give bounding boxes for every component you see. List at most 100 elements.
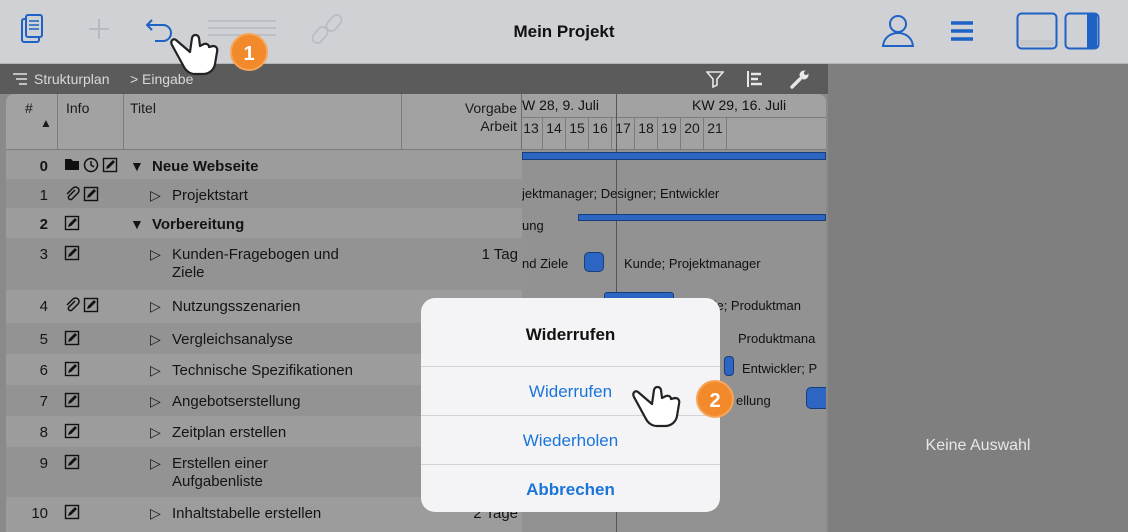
cancel-button[interactable]: Abbrechen xyxy=(421,464,720,512)
day-label: 17 xyxy=(615,120,631,136)
gantt-resource-label: jektmanager; Designer; Entwickler xyxy=(522,186,720,201)
clock-icon[interactable] xyxy=(83,157,99,173)
row-number: 1 xyxy=(39,187,48,204)
user-icon[interactable] xyxy=(880,12,916,48)
expand-toggle-icon[interactable]: ▷ xyxy=(150,362,161,379)
day-label: 20 xyxy=(684,120,700,136)
row-number: 7 xyxy=(39,393,48,410)
note-icon[interactable] xyxy=(64,245,80,261)
gantt-resource-label: ung xyxy=(522,218,544,233)
dialog-title: Widerrufen xyxy=(525,325,616,344)
task-title-continued: Aufgabenliste xyxy=(172,473,263,490)
table-row[interactable]: 2 ▼ Vorbereitung xyxy=(6,208,522,238)
task-title: Vorbereitung xyxy=(152,216,245,233)
note-icon[interactable] xyxy=(83,186,99,202)
attachment-icon[interactable] xyxy=(64,297,80,313)
note-icon[interactable] xyxy=(83,297,99,313)
collapse-toggle-icon[interactable]: ▼ xyxy=(130,158,144,174)
week-label: W 28, 9. Juli xyxy=(522,97,600,113)
task-title: Projektstart xyxy=(172,187,248,204)
detail-panel: Keine Auswahl xyxy=(828,64,1128,532)
expand-toggle-icon[interactable]: ▷ xyxy=(150,298,161,315)
gantt-resource-label: ellung xyxy=(736,393,771,408)
expand-toggle-icon[interactable]: ▷ xyxy=(150,424,161,441)
task-bar[interactable] xyxy=(724,356,734,376)
row-number: 9 xyxy=(39,455,48,472)
no-selection-text: Keine Auswahl xyxy=(925,437,1031,454)
outline-icon xyxy=(12,72,28,86)
table-row[interactable]: 0 ▼ Neue Webseite xyxy=(6,150,522,179)
table-row[interactable]: 3 ▷ Kunden-Fragebogen und Ziele 1 Tag xyxy=(6,238,522,290)
task-title: Technische Spezifikationen xyxy=(172,362,353,379)
note-icon[interactable] xyxy=(64,330,80,346)
attachment-icon[interactable] xyxy=(64,186,80,202)
task-title: Vergleichsanalyse xyxy=(172,331,293,348)
column-header-work[interactable]: Vorgabe Arbeit xyxy=(402,94,522,150)
breadcrumb: Strukturplan > Eingabe xyxy=(0,64,828,94)
note-icon[interactable] xyxy=(64,454,80,470)
expand-toggle-icon[interactable]: ▷ xyxy=(150,505,161,522)
expand-toggle-icon[interactable]: ▷ xyxy=(150,187,161,204)
row-number: 5 xyxy=(39,331,48,348)
note-icon[interactable] xyxy=(102,157,118,173)
step-marker-2: 2 xyxy=(696,380,734,418)
row-number: 8 xyxy=(39,424,48,441)
work-value: 1 Tag xyxy=(481,246,518,263)
task-title: Nutzungsszenarien xyxy=(172,298,301,315)
day-label: 15 xyxy=(569,120,585,136)
note-icon[interactable] xyxy=(64,392,80,408)
column-header-num[interactable]: # ▲ xyxy=(6,94,58,150)
week-label: KW 29, 16. Juli xyxy=(692,97,787,113)
row-number: 2 xyxy=(39,216,48,233)
row-number: 4 xyxy=(39,298,48,315)
expand-toggle-icon[interactable]: ▷ xyxy=(150,331,161,348)
day-label: 19 xyxy=(661,120,677,136)
task-title: Neue Webseite xyxy=(152,158,259,175)
task-title: Kunden-Fragebogen und xyxy=(172,246,339,263)
note-icon[interactable] xyxy=(64,423,80,439)
summary-bar[interactable] xyxy=(578,214,826,221)
day-label: 14 xyxy=(546,120,562,136)
task-title: Inhaltstabelle erstellen xyxy=(172,505,322,522)
note-icon[interactable] xyxy=(64,361,80,377)
task-title-continued: Ziele xyxy=(172,264,205,281)
right-panel-icon[interactable] xyxy=(1064,12,1100,50)
day-label: 21 xyxy=(707,120,723,136)
row-number: 6 xyxy=(39,362,48,379)
breadcrumb-root[interactable]: Strukturplan xyxy=(34,71,109,87)
task-bar[interactable] xyxy=(806,387,826,409)
day-label: 18 xyxy=(638,120,654,136)
pointing-hand-icon xyxy=(170,30,220,81)
task-title: Erstellen einer xyxy=(172,455,268,472)
bottom-panel-icon[interactable] xyxy=(1016,12,1058,50)
column-header-title[interactable]: Titel xyxy=(124,94,402,150)
note-icon[interactable] xyxy=(64,215,80,231)
wrench-icon[interactable] xyxy=(790,69,810,89)
gantt-resource-label: Kunde; Projektmanager xyxy=(624,256,761,271)
collapse-toggle-icon[interactable]: ▼ xyxy=(130,216,144,232)
task-title: Angebotserstellung xyxy=(172,393,301,410)
step-marker-1: 1 xyxy=(230,33,268,71)
folder-icon[interactable] xyxy=(64,157,80,171)
day-divider xyxy=(726,118,727,150)
gantt-view-icon[interactable] xyxy=(746,70,764,88)
expand-toggle-icon[interactable]: ▷ xyxy=(150,246,161,263)
note-icon[interactable] xyxy=(64,504,80,520)
day-label: 16 xyxy=(592,120,608,136)
day-label: 13 xyxy=(523,120,539,136)
row-number: 3 xyxy=(39,246,48,263)
column-header-info[interactable]: Info xyxy=(58,94,124,150)
expand-toggle-icon[interactable]: ▷ xyxy=(150,393,161,410)
expand-toggle-icon[interactable]: ▷ xyxy=(150,455,161,472)
gantt-resource-label: Produktmana xyxy=(738,331,816,346)
gantt-resource-label: Entwickler; P xyxy=(742,361,818,376)
menu-icon[interactable] xyxy=(950,20,974,42)
task-title: Zeitplan erstellen xyxy=(172,424,287,441)
filter-icon[interactable] xyxy=(706,70,724,88)
summary-bar[interactable] xyxy=(522,152,826,160)
task-bar[interactable] xyxy=(584,252,604,272)
gantt-resource-label: nd Ziele xyxy=(522,256,569,271)
table-row[interactable]: 1 ▷ Projektstart xyxy=(6,179,522,208)
pointing-hand-icon xyxy=(632,382,682,433)
row-number: 0 xyxy=(39,158,48,175)
